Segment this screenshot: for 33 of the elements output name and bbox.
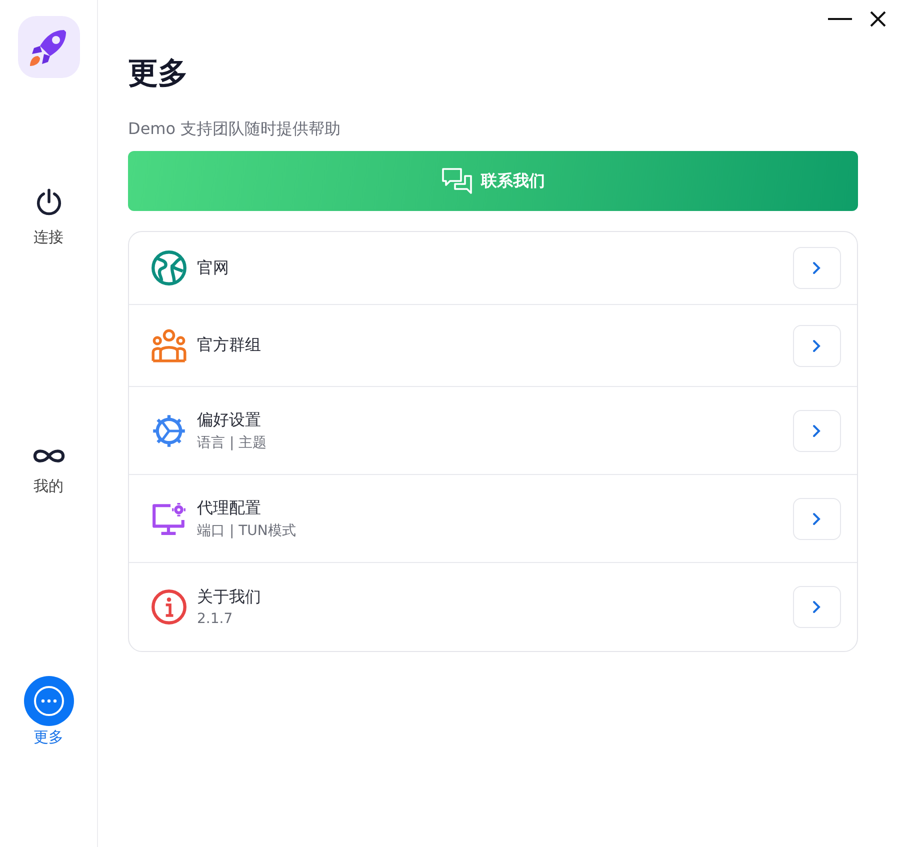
open-button[interactable] xyxy=(793,498,841,540)
item-title: 偏好设置 xyxy=(197,410,262,430)
close-icon xyxy=(868,9,888,29)
rocket-logo-icon xyxy=(18,16,80,78)
nav-item[interactable]: 连接 xyxy=(32,188,64,247)
open-button[interactable] xyxy=(793,586,841,628)
chevron-right-icon xyxy=(812,338,822,352)
item-title: 代理配置 xyxy=(197,498,262,518)
nav-item[interactable]: 我的 xyxy=(30,443,68,496)
open-button[interactable] xyxy=(793,410,841,452)
minimize-icon xyxy=(828,18,852,20)
chevron-right-icon xyxy=(812,261,822,275)
chevron-right-icon xyxy=(812,512,822,526)
info-icon xyxy=(151,589,187,625)
item-subtitle: 2.1.7 xyxy=(197,611,234,627)
chevron-right-icon xyxy=(812,600,822,614)
globe-icon xyxy=(151,250,187,286)
nav-item[interactable]: 更多 xyxy=(24,676,74,747)
item-subtitle: 语言 | 主题 xyxy=(197,434,268,452)
item-subtitle: 端口 | TUN模式 xyxy=(197,522,297,540)
item-title: 官网 xyxy=(197,258,230,278)
page-subtitle: Demo 支持团队随时提供帮助 xyxy=(128,118,342,140)
page-title: 更多 xyxy=(128,55,189,93)
chat-bubbles-icon xyxy=(441,167,473,195)
chevron-right-icon xyxy=(812,424,822,438)
item-title: 官方群组 xyxy=(197,335,262,356)
people-group-icon xyxy=(151,328,187,364)
more-icon xyxy=(24,676,74,726)
gear-icon xyxy=(151,412,187,448)
open-button[interactable] xyxy=(793,324,841,366)
monitor-gear-icon xyxy=(151,500,187,536)
item-title: 关于我们 xyxy=(197,587,262,608)
open-button[interactable] xyxy=(793,247,841,289)
